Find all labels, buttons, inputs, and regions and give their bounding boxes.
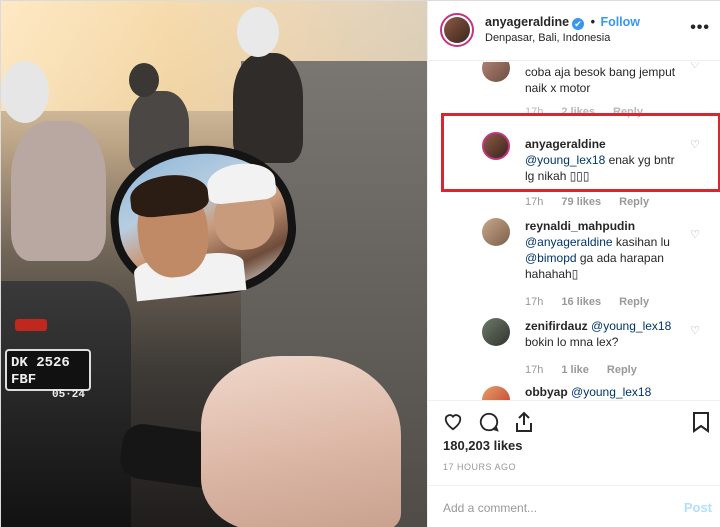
likes-count[interactable]: 180,203 likes: [443, 438, 523, 453]
comment-icon[interactable]: [478, 411, 500, 437]
comment-reply-button[interactable]: Reply: [619, 196, 649, 208]
author-avatar[interactable]: [440, 13, 474, 47]
post-timestamp[interactable]: 17 HOURS AGO: [443, 462, 516, 472]
verified-badge-icon: ✔: [572, 18, 585, 30]
comment-mention-2[interactable]: @bimopd: [525, 251, 577, 265]
more-options-icon[interactable]: •••: [690, 19, 710, 37]
taillight: [15, 319, 47, 331]
heart-icon[interactable]: [442, 411, 464, 435]
comment-body: zenifirdauz @young_lex18 bokin lo mna le…: [525, 318, 700, 350]
comment-time: 17h: [525, 296, 544, 308]
commenter-avatar[interactable]: [482, 318, 510, 346]
comment-username[interactable]: zenifirdauz: [525, 319, 588, 333]
comment-body: reynaldi_mahpudin @anyageraldine kasihan…: [525, 218, 685, 282]
comment-time: 17h: [525, 196, 544, 208]
comment-mention[interactable]: @anyageraldine: [525, 235, 613, 249]
post-header: anyageraldine ✔ • Follow Denpasar, Bali, …: [428, 1, 720, 61]
comment-meta: 17h 79 likes Reply: [525, 196, 667, 208]
share-icon[interactable]: [514, 411, 534, 437]
add-comment-input[interactable]: Add a comment...: [443, 501, 537, 515]
hand: [201, 356, 401, 527]
comment-like-heart-icon[interactable]: ♡: [690, 324, 700, 337]
post-photo[interactable]: DK 2526 FBF 05·24: [1, 1, 427, 527]
comment-meta: 17h 16 likes Reply: [525, 296, 667, 308]
comment-likes[interactable]: 1 like: [561, 364, 589, 376]
add-comment-bar: Add a comment... Post: [428, 485, 720, 527]
commenter-avatar[interactable]: [482, 386, 510, 400]
post-actions-bar: [428, 400, 720, 440]
comment-username[interactable]: reynaldi_mahpudin: [525, 218, 685, 234]
bookmark-icon[interactable]: [692, 411, 710, 437]
comment-like-heart-icon[interactable]: ♡: [690, 62, 700, 71]
comment-like-heart-icon[interactable]: ♡: [690, 228, 700, 241]
comment-reply-button[interactable]: Reply: [607, 364, 637, 376]
comment-text: coba aja besok bang jemput naik x motor: [525, 65, 676, 95]
instagram-post-frame: DK 2526 FBF 05·24 anyageraldine ✔ • Foll…: [0, 0, 720, 527]
comment-likes[interactable]: 16 likes: [561, 296, 601, 308]
commenter-avatar[interactable]: [482, 62, 510, 82]
post-comment-button[interactable]: Post: [684, 500, 712, 515]
helmet-back: [237, 7, 279, 57]
author-line: anyageraldine ✔ • Follow: [485, 15, 640, 30]
mirror-reflection: [112, 145, 294, 302]
helmet-left: [1, 61, 49, 123]
comment-meta: 17h 1 like Reply: [525, 364, 655, 376]
comment-body: obbyap @young_lex18: [525, 384, 700, 400]
highlight-box: [441, 113, 720, 192]
comment-time: 17h: [525, 364, 544, 376]
separator-dot: •: [590, 15, 595, 29]
comment-likes[interactable]: 79 likes: [561, 196, 601, 208]
helmet-mid: [129, 63, 159, 97]
commenter-avatar[interactable]: [482, 218, 510, 246]
post-location[interactable]: Denpasar, Bali, Indonesia: [485, 32, 610, 44]
comment-mention[interactable]: @young_lex18: [571, 385, 651, 399]
rider-back: [233, 53, 303, 163]
reflection-helmet: [205, 160, 278, 206]
license-plate: DK 2526 FBF 05·24: [5, 349, 91, 401]
rider-left: [11, 121, 106, 261]
author-username[interactable]: anyageraldine: [485, 15, 569, 29]
comment-text: bokin lo mna lex?: [525, 335, 619, 349]
plate-expiry: 05·24: [51, 388, 85, 401]
comment-text: kasihan lu: [612, 235, 670, 249]
motorbike-left: [1, 281, 131, 527]
follow-button[interactable]: Follow: [600, 15, 640, 29]
comment-reply-button[interactable]: Reply: [619, 296, 649, 308]
plate-number: DK 2526 FBF: [11, 355, 70, 388]
post-side-panel: anyageraldine ✔ • Follow Denpasar, Bali, …: [427, 1, 720, 527]
comment-username[interactable]: obbyap: [525, 385, 568, 399]
comment-mention[interactable]: @young_lex18: [591, 319, 671, 333]
